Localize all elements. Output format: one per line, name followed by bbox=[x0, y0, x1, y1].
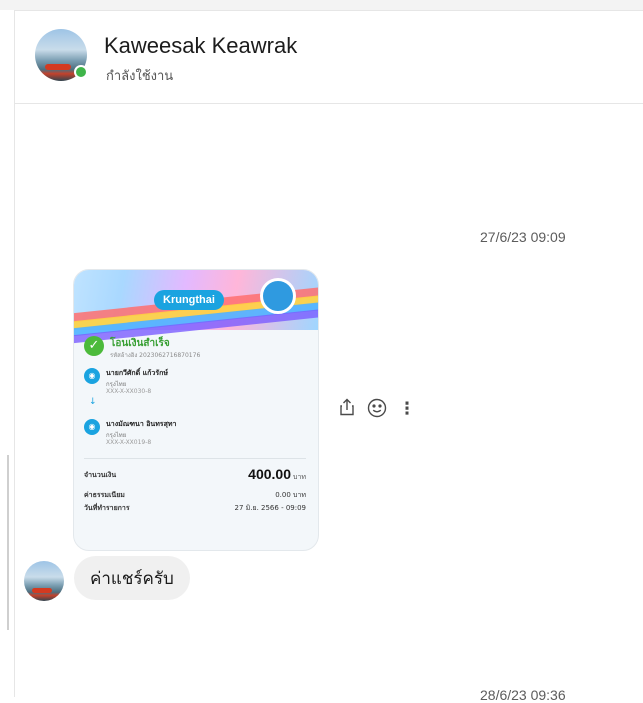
bank-icon: ◉ bbox=[84, 368, 100, 384]
avatar-photo-detail bbox=[32, 588, 52, 593]
fee-label: ค่าธรรมเนียม bbox=[84, 491, 125, 499]
avatar-photo-detail bbox=[45, 64, 71, 70]
contact-status: กำลังใช้งาน bbox=[106, 69, 174, 84]
date-label: วันที่ทำรายการ bbox=[84, 504, 130, 512]
success-title: โอนเงินสำเร็จ bbox=[110, 338, 170, 349]
more-icon[interactable]: ⋮ bbox=[397, 398, 417, 420]
receiver-name: นางมัณฑนา อินทรสุทา bbox=[106, 420, 177, 428]
chat-header: Kaweesak Keawrak กำลังใช้งาน bbox=[14, 10, 643, 104]
receiver-account: XXX-X-XX019-8 bbox=[106, 439, 152, 446]
message-timestamp: 28/6/23 09:36 bbox=[480, 687, 566, 703]
amount-value-group: 400.00 บาท bbox=[248, 466, 306, 483]
arrow-down-icon: ↓ bbox=[89, 397, 97, 407]
check-icon: ✓ bbox=[84, 336, 104, 356]
transfer-receipt-image[interactable]: Krungthai ✓ โอนเงินสำเร็จ รหัสอ้างอิง 20… bbox=[73, 269, 319, 551]
bank-logo: Krungthai bbox=[154, 290, 224, 310]
sender-account: XXX-X-XX030-8 bbox=[106, 388, 152, 395]
reference-number: รหัสอ้างอิง 2023062716870176 bbox=[110, 352, 201, 359]
receipt-banner: Krungthai bbox=[74, 270, 318, 345]
date-value: 27 มิ.ย. 2566 - 09:09 bbox=[234, 504, 307, 512]
presence-indicator bbox=[74, 65, 88, 79]
amount-unit: บาท bbox=[293, 473, 306, 481]
share-icon[interactable] bbox=[337, 398, 357, 420]
bank-icon: ◉ bbox=[84, 419, 100, 435]
message-timestamp: 27/6/23 09:09 bbox=[480, 229, 566, 245]
contact-name[interactable]: Kaweesak Keawrak bbox=[104, 33, 297, 59]
receipt-divider bbox=[84, 458, 306, 459]
emoji-icon[interactable] bbox=[367, 398, 387, 420]
message-bubble[interactable]: ค่าแชร์ครับ bbox=[74, 556, 190, 600]
top-bar bbox=[0, 0, 643, 10]
amount-value: 400.00 bbox=[248, 466, 291, 482]
pane-divider bbox=[14, 102, 15, 697]
amount-label: จำนวนเงิน bbox=[84, 471, 117, 479]
sender-avatar[interactable] bbox=[24, 561, 64, 601]
fee-value: 0.00 บาท bbox=[275, 491, 306, 499]
sender-name: นายกวีศักดิ์ แก้วรักษ์ bbox=[106, 369, 168, 377]
mascot-icon bbox=[260, 278, 296, 314]
scrollbar[interactable] bbox=[7, 455, 9, 630]
